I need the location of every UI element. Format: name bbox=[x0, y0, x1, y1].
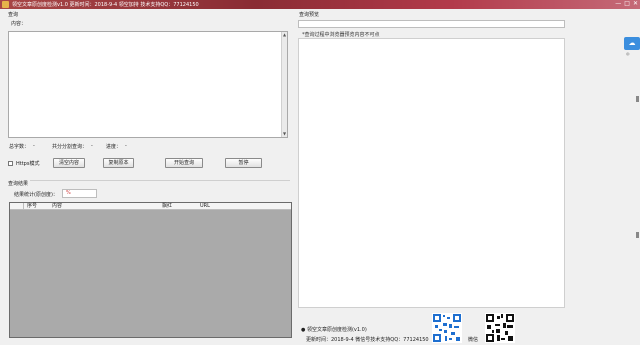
results-table[interactable]: 序号 内容 飘红 URL bbox=[9, 202, 292, 338]
footer-line-2: 更新时间：2018-9-4 微信号技术支持QQ：77124150 bbox=[306, 337, 429, 343]
content-textarea[interactable]: ▲ ▼ bbox=[8, 31, 288, 138]
https-checkbox[interactable] bbox=[8, 161, 13, 166]
minimize-button[interactable]: — bbox=[615, 0, 621, 8]
row-header-cell bbox=[10, 203, 24, 210]
total-words-value: - bbox=[33, 143, 35, 149]
copy-original-button[interactable]: 复制原本 bbox=[103, 158, 134, 168]
title-bar: 领空文章原创度检测v1.0 更新时间：2018-9-4 领空加持 技术支持QQ：… bbox=[0, 0, 640, 9]
start-query-button[interactable]: 开始查询 bbox=[165, 158, 203, 168]
column-header-url[interactable]: URL bbox=[200, 203, 210, 210]
scroll-up-icon[interactable]: ▲ bbox=[282, 32, 287, 38]
https-label: Https模式 bbox=[16, 161, 40, 167]
segments-value: - bbox=[91, 143, 93, 149]
results-table-header: 序号 内容 飘红 URL bbox=[10, 203, 291, 210]
total-words-label: 总字数： bbox=[9, 144, 30, 150]
window-title: 领空文章原创度检测v1.0 更新时间：2018-9-4 领空加持 技术支持QQ：… bbox=[12, 2, 199, 8]
wechat-qr-code-icon bbox=[485, 313, 515, 343]
progress-label: 进度： bbox=[106, 144, 122, 150]
clear-content-button[interactable]: 清空内容 bbox=[53, 158, 85, 168]
content-label: 内容： bbox=[11, 21, 27, 27]
originality-value: % bbox=[62, 189, 97, 198]
progress-value: - bbox=[125, 143, 127, 149]
originality-label: 结果统计(原创度)： bbox=[14, 192, 58, 198]
wechat-label: 微信 bbox=[468, 337, 479, 343]
close-button[interactable]: ✕ bbox=[633, 0, 638, 8]
edge-tick bbox=[636, 96, 639, 102]
column-header-content[interactable]: 内容 bbox=[52, 203, 62, 210]
window-controls: — □ ✕ bbox=[615, 0, 638, 8]
segments-label: 共分分割查询： bbox=[52, 144, 88, 150]
pause-button[interactable]: 暂停 bbox=[225, 158, 262, 168]
maximize-button[interactable]: □ bbox=[624, 0, 630, 8]
preview-browser[interactable] bbox=[298, 38, 565, 308]
preview-url-field[interactable] bbox=[298, 20, 565, 28]
column-header-index[interactable]: 序号 bbox=[27, 203, 37, 210]
cloud-icon[interactable]: ☁ bbox=[624, 37, 640, 50]
column-header-highlight[interactable]: 飘红 bbox=[162, 203, 172, 210]
edge-tick bbox=[636, 232, 639, 238]
query-section-label: 查询 bbox=[8, 12, 19, 18]
scroll-down-icon[interactable]: ▼ bbox=[282, 131, 287, 137]
app-icon bbox=[2, 1, 9, 8]
side-panel-label: ◎ bbox=[626, 51, 630, 56]
footer-line-1: ● 领空文章原创度检测(v1.0) bbox=[301, 327, 367, 333]
qr-code-icon bbox=[432, 313, 462, 343]
results-section-label: 查询结果 bbox=[8, 180, 31, 187]
preview-note: *查询过程中浏览器预览内容不可点 bbox=[302, 32, 380, 38]
content-scrollbar[interactable]: ▲ ▼ bbox=[281, 32, 287, 137]
preview-section-label: 查询预览 bbox=[299, 12, 320, 18]
results-divider bbox=[30, 180, 290, 181]
